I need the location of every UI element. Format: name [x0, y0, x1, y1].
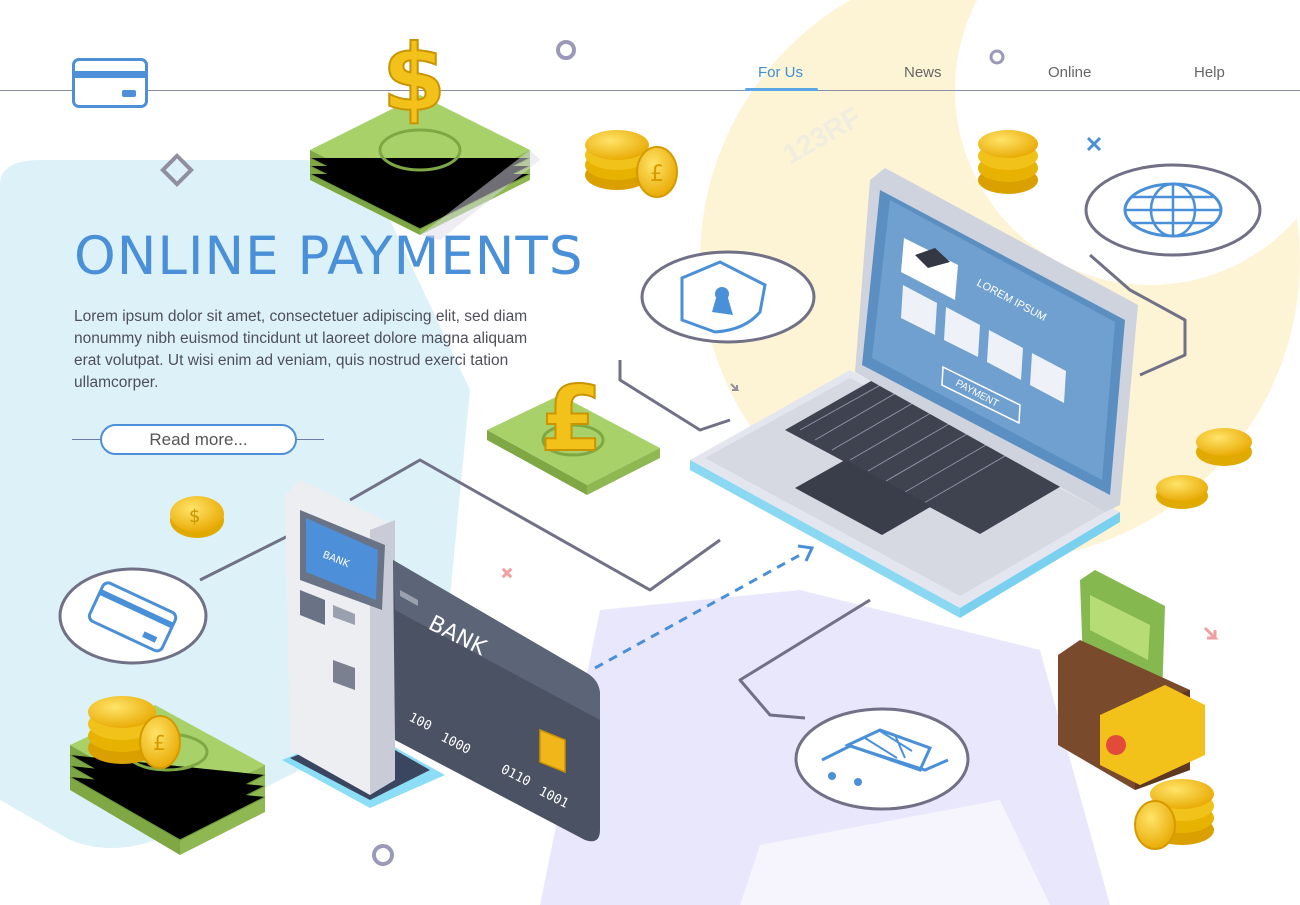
coin-stack-bottom-right — [1134, 779, 1214, 850]
svg-text:$: $ — [189, 506, 200, 527]
coin-stack-top: £ — [585, 130, 678, 198]
coin-stack-right — [978, 130, 1038, 194]
pound-icon: £ — [539, 366, 604, 473]
credit-card-bubble — [58, 567, 208, 665]
dollar-icon: $ — [381, 24, 447, 133]
coin-pair-right — [1156, 428, 1252, 509]
laptop — [690, 168, 1138, 618]
svg-text:$: $ — [382, 25, 446, 132]
svg-text:£: £ — [650, 162, 664, 187]
globe-icon — [1123, 182, 1223, 238]
svg-text:£: £ — [153, 731, 166, 755]
coin-single-left: $ — [170, 496, 224, 538]
landing-page: For Us News Online Help ONLINE PAYMENTS … — [0, 0, 1300, 905]
coin-stack-bottom-left: £ — [88, 696, 181, 769]
illustration: $ £ $ £ £ BANK BANK 100 1000 0110 1001 L… — [58, 24, 1262, 855]
svg-text:£: £ — [540, 367, 603, 472]
wallet — [1058, 570, 1205, 790]
